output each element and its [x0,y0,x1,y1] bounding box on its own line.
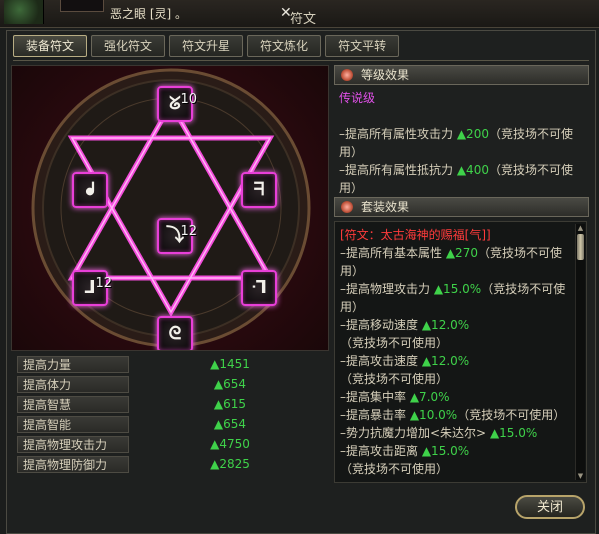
stat-value: ▲615 [213,397,247,411]
set-effect-line: –提高攻击速度 ▲12.0% （竞技场不可使用） [340,352,572,388]
effect-text: –提高物理攻击力 [340,282,434,296]
effect-value: ▲15.0% [421,444,470,458]
item-slot[interactable] [60,0,104,12]
scroll-down-icon[interactable]: ▼ [576,472,585,480]
rune-slot-upper-left[interactable]: ᖱ [72,172,108,208]
item-name: 恶之眼 [灵] 。 [110,7,187,21]
stat-value: ▲2825 [210,457,250,471]
set-effect-body: [符文：太古海神的赐福[气]] –提高所有基本属性 ▲270（竞技场不可使用） … [334,221,587,483]
rune-slot-bottom[interactable]: ᘓ [157,316,193,350]
set-effect-line: –提高攻击距离 ▲15.0% （竞技场不可使用） [340,442,572,478]
level-effect-body: 传说级 –提高所有属性攻击力 ▲200（竞技场不可使用） –提高所有属性抵抗力 … [339,89,587,197]
close-button[interactable]: 关闭 [515,495,585,519]
set-effect-line: –势力抗魔力增加<朱达尔> ▲15.0% [340,424,572,442]
effect-text: –提高移动速度 [340,318,422,332]
rune-glyph: ᘓ [168,323,182,344]
stat-row: 提高智慧 ▲615 [17,395,331,413]
stat-row: 提高智能 ▲654 [17,415,331,433]
stat-row: 提高物理防御力 ▲2825 [17,455,331,473]
effect-value: ▲400 [456,163,489,177]
effect-value: ▲12.0% [421,354,470,368]
stat-label: 提高力量 [17,355,129,373]
stat-list: 提高力量 ▲1451 提高体力 ▲654 提高智慧 ▲615 提高智能 ▲654… [17,355,331,475]
set-effect-line: –提高暴击率 ▲10.0%（竞技场不可使用） [340,406,572,424]
effect-note: （竞技场不可使用） [340,462,449,476]
stat-label: 提高体力 [17,375,129,393]
effect-value: ▲15.0% [433,282,482,296]
stat-row: 提高体力 ▲654 [17,375,331,393]
set-effect-line: –提高所有基本属性 ▲270（竞技场不可使用） [340,244,572,280]
rune-glyph: ᖱ [85,179,95,200]
bullet-icon [341,69,353,81]
window-title: 符文 [290,12,317,27]
stat-row: 提高物理攻击力 ▲4750 [17,435,331,453]
effect-text: –提高暴击率 [340,408,410,422]
tab-enhance-rune[interactable]: 强化符文 [91,35,166,57]
set-effect-line: –提高移动速度 ▲12.0% （竞技场不可使用） [340,316,572,352]
tab-bar: 装备符文 强化符文 符文升星 符文炼化 符文平转 [13,35,400,57]
bullet-icon [341,201,353,213]
effect-text: –提高所有属性攻击力 [339,127,457,141]
level-effect-line: –提高所有属性攻击力 ▲200（竞技场不可使用） [339,125,587,161]
effect-text: –提高所有基本属性 [340,246,446,260]
effect-note: （竞技场不可使用） [340,336,449,350]
stat-label: 提高物理攻击力 [17,435,129,453]
scroll-up-icon[interactable]: ▲ [576,224,585,232]
effect-note: （竞技场不可使用） [340,372,449,386]
effect-value: ▲270 [445,246,478,260]
set-name: [符文：太古海神的赐福[气]] [340,228,491,242]
set-effect-scrollbar[interactable]: ▲ ▼ [575,224,585,480]
level-effect-header: 等级效果 [334,65,589,85]
rune-slot-lower-left[interactable]: ᒧ 12 [72,270,112,306]
effect-text: –提高攻击速度 [340,354,422,368]
stat-value: ▲654 [213,417,247,431]
effect-text: –提高所有属性抵抗力 [339,163,457,177]
divider [13,60,589,61]
rune-slot-upper-right[interactable]: ᖷ [241,172,277,208]
effect-value: ▲200 [456,127,489,141]
stat-value: ▲4750 [210,437,250,451]
level-effect-title: 等级效果 [361,68,410,82]
grade-label: 传说级 [339,91,376,105]
effect-text: –势力抗魔力增加<朱达尔> [340,426,490,440]
rune-glyph: ᒬ [251,277,267,298]
stat-row: 提高力量 ▲1451 [17,355,331,373]
stat-label: 提高智能 [17,415,129,433]
effect-note: （竞技场不可使用） [457,408,566,422]
rune-level: 12 [95,276,112,291]
set-effect-text: [符文：太古海神的赐福[气]] –提高所有基本属性 ▲270（竞技场不可使用） … [340,226,572,478]
stat-value: ▲1451 [210,357,250,371]
tab-equip-rune[interactable]: 装备符文 [13,35,88,57]
rune-slot-lower-right[interactable]: ᒬ [241,270,277,306]
effect-text: –提高攻击距离 [340,444,422,458]
rune-glyph: ᖷ [253,179,265,200]
tab-rune-star[interactable]: 符文升星 [169,35,244,57]
stat-value: ▲654 [213,377,247,391]
level-effect-line: –提高所有属性抵抗力 ▲400（竞技场不可使用） [339,161,587,197]
effect-text: –提高集中率 [340,390,410,404]
tab-rune-transfer[interactable]: 符文平转 [325,35,400,57]
rune-slot-center[interactable]: ⤵ 12 [157,218,197,254]
top-strip: 恶之眼 [灵] 。 ✕ 符文 [0,0,599,28]
set-effect-line: –提高物理攻击力 ▲15.0%（竞技场不可使用） [340,280,572,316]
stat-label: 提高智慧 [17,395,129,413]
stat-label: 提高物理防御力 [17,455,129,473]
tab-rune-refine[interactable]: 符文炼化 [247,35,322,57]
scroll-thumb[interactable] [577,234,584,260]
rune-board: ᘜ 10 ᖱ ᖷ ⤵ 12 ᒧ 12 ᒬ ᘓ [11,65,329,351]
holly-icon [4,0,44,24]
effect-value: ▲12.0% [421,318,470,332]
effect-value: ▲10.0% [409,408,458,422]
effect-value: ▲15.0% [489,426,538,440]
effect-value: ▲7.0% [409,390,450,404]
set-effect-header: 套装效果 [334,197,589,217]
set-effect-line: –提高集中率 ▲7.0% [340,388,572,406]
set-effect-title: 套装效果 [361,200,410,214]
rune-window: 装备符文 强化符文 符文升星 符文炼化 符文平转 ᘜ 10 ᖱ ᖷ ⤵ 12 ᒧ… [6,30,596,534]
rune-level: 10 [180,92,197,107]
rune-slot-top[interactable]: ᘜ 10 [157,86,197,122]
rune-level: 12 [180,224,197,239]
